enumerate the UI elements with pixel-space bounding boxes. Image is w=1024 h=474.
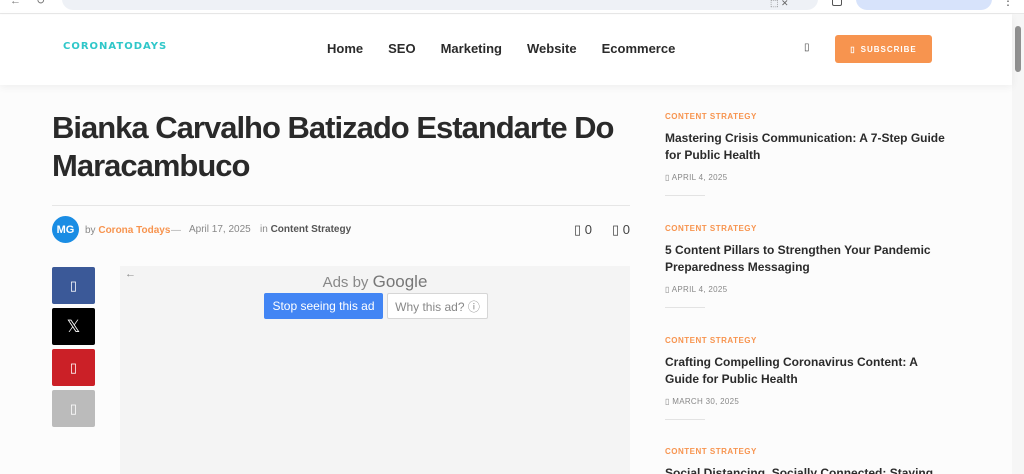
share-facebook-button[interactable]: ▯ <box>52 267 95 304</box>
post-category[interactable]: CONTENT STRATEGY <box>665 336 945 345</box>
post-title[interactable]: Social Distancing, Socially Connected: S… <box>665 465 945 474</box>
engagement-counts: ▯ 0 ▯ 0 <box>574 222 630 238</box>
comment-count[interactable]: ▯ 0 <box>574 222 592 238</box>
browser-toolbar: ← ↻ ⬚ ✕ ⋮ <box>0 0 1024 14</box>
post-category[interactable]: CONTENT STRATEGY <box>665 447 945 456</box>
share-count-icon: ▯ <box>611 222 620 237</box>
main-nav: Home SEO Marketing Website Ecommerce <box>327 41 700 56</box>
facebook-icon: ▯ <box>69 277 78 293</box>
comment-icon: ▯ <box>573 222 582 237</box>
tab-search-icon[interactable] <box>832 0 842 6</box>
ads-by-google: Ads by Google <box>120 272 630 292</box>
notification-icon[interactable]: ▯ <box>804 42 810 53</box>
nav-marketing[interactable]: Marketing <box>441 41 502 56</box>
post-date: ▯ MARCH 30, 2025 <box>665 397 740 406</box>
post-title[interactable]: Crafting Compelling Coronavirus Content:… <box>665 354 945 388</box>
post-date: ▯ APRIL 4, 2025 <box>665 173 728 182</box>
subscribe-icon: ▯ <box>850 44 856 54</box>
scrollbar-thumb[interactable] <box>1015 26 1021 72</box>
article-meta: MG by Corona Todays — April 17, 2025 in … <box>52 216 630 244</box>
meta-separator: — <box>171 225 181 236</box>
stop-seeing-ad-button[interactable]: Stop seeing this ad <box>264 293 383 319</box>
share-x-button[interactable]: 𝕏 <box>52 308 95 345</box>
category-line: in Content Strategy <box>260 224 351 235</box>
list-item: CONTENT STRATEGY Crafting Compelling Cor… <box>665 336 945 420</box>
site-logo[interactable]: CORONATODAYS <box>63 41 167 52</box>
ad-container: ← Ads by Google Stop seeing this ad Why … <box>120 266 630 474</box>
google-wordmark: Google <box>372 272 428 291</box>
post-title[interactable]: 5 Content Pillars to Strengthen Your Pan… <box>665 242 945 276</box>
share-email-button[interactable]: ▯ <box>52 390 95 427</box>
list-item: CONTENT STRATEGY 5 Content Pillars to St… <box>665 224 945 308</box>
post-date: ▯ APRIL 4, 2025 <box>665 285 728 294</box>
page-scrollbar[interactable] <box>1012 14 1024 474</box>
comment-count-value: 0 <box>584 222 592 237</box>
share-pinterest-button[interactable]: ▯ <box>52 349 95 386</box>
article-title: Bianka Carvalho Batizado Estandarte Do M… <box>52 110 615 183</box>
author-avatar[interactable]: MG <box>52 216 79 243</box>
pinterest-icon: ▯ <box>69 359 78 375</box>
publish-date: April 17, 2025 <box>189 224 251 235</box>
post-divider <box>665 195 705 196</box>
list-item: CONTENT STRATEGY Social Distancing, Soci… <box>665 447 945 474</box>
subscribe-label: SUBSCRIBE <box>860 44 917 54</box>
subscribe-button[interactable]: ▯ SUBSCRIBE <box>835 35 932 63</box>
post-title[interactable]: Mastering Crisis Communication: A 7-Step… <box>665 130 945 164</box>
ads-by-label: Ads by <box>322 274 369 291</box>
in-label: in <box>260 224 268 235</box>
share-count[interactable]: ▯ 0 <box>612 222 630 238</box>
browser-reload-icon[interactable]: ↻ <box>36 0 45 7</box>
post-divider <box>665 419 705 420</box>
nav-home[interactable]: Home <box>327 41 363 56</box>
byline: by Corona Todays <box>85 225 170 236</box>
browser-menu-icon[interactable]: ⋮ <box>1002 0 1014 8</box>
nav-website[interactable]: Website <box>527 41 577 56</box>
email-icon: ▯ <box>69 400 78 416</box>
profile-button[interactable] <box>856 0 992 10</box>
browser-back-icon[interactable]: ← <box>10 0 21 7</box>
x-icon: 𝕏 <box>66 316 81 336</box>
why-this-ad-button[interactable]: Why this ad? ⓘ <box>387 293 488 319</box>
nav-ecommerce[interactable]: Ecommerce <box>602 41 676 56</box>
post-category[interactable]: CONTENT STRATEGY <box>665 224 945 233</box>
post-category[interactable]: CONTENT STRATEGY <box>665 112 945 121</box>
site-header: CORONATODAYS Home SEO Marketing Website … <box>0 15 1012 85</box>
share-count-value: 0 <box>622 222 630 237</box>
list-item: CONTENT STRATEGY Mastering Crisis Commun… <box>665 112 945 196</box>
nav-seo[interactable]: SEO <box>388 41 415 56</box>
by-label: by <box>85 225 96 236</box>
category-link[interactable]: Content Strategy <box>271 224 352 235</box>
title-divider <box>52 205 630 206</box>
address-bar[interactable] <box>62 0 818 10</box>
post-divider <box>665 307 705 308</box>
address-bar-action-icons[interactable]: ⬚ ✕ <box>770 0 789 9</box>
author-link[interactable]: Corona Todays <box>98 225 170 236</box>
